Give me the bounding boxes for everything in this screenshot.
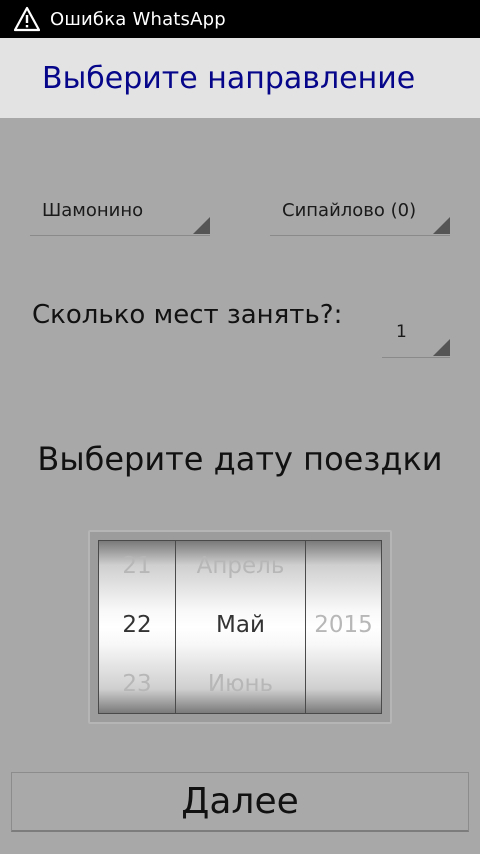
next-button[interactable]: Далее xyxy=(11,772,469,832)
day-next[interactable]: 23 xyxy=(99,671,175,697)
page-title: Выберите направление xyxy=(42,60,416,96)
from-spinner[interactable]: Шамонино xyxy=(30,195,210,236)
from-spinner-value: Шамонино xyxy=(42,200,144,221)
title-bar: Выберите направление xyxy=(0,38,480,118)
month-selected[interactable]: Май xyxy=(176,612,305,638)
to-spinner-value: Сипайлово (0) xyxy=(282,200,417,221)
month-wheel[interactable]: Апрель Май Июнь xyxy=(175,540,306,714)
year-wheel[interactable]: 2015 xyxy=(305,540,382,714)
to-spinner[interactable]: Сипайлово (0) xyxy=(270,195,450,236)
seats-spinner-value: 1 xyxy=(396,322,407,342)
dropdown-arrow-icon xyxy=(433,339,450,356)
date-picker: 21 22 23 Апрель Май Июнь 2015 xyxy=(88,530,392,724)
day-wheel[interactable]: 21 22 23 xyxy=(98,540,176,714)
status-bar: Ошибка WhatsApp xyxy=(0,0,480,38)
dropdown-arrow-icon xyxy=(433,217,450,234)
status-notification-text: Ошибка WhatsApp xyxy=(50,8,226,30)
month-prev[interactable]: Апрель xyxy=(176,553,305,579)
seats-spinner[interactable]: 1 xyxy=(382,317,450,358)
seats-label: Сколько мест занять?: xyxy=(32,300,343,330)
day-selected[interactable]: 22 xyxy=(99,612,175,638)
date-heading: Выберите дату поездки xyxy=(37,440,443,478)
day-prev[interactable]: 21 xyxy=(99,553,175,579)
dropdown-arrow-icon xyxy=(193,217,210,234)
warning-triangle-icon xyxy=(14,6,40,32)
year-selected[interactable]: 2015 xyxy=(306,612,381,638)
month-next[interactable]: Июнь xyxy=(176,671,305,697)
